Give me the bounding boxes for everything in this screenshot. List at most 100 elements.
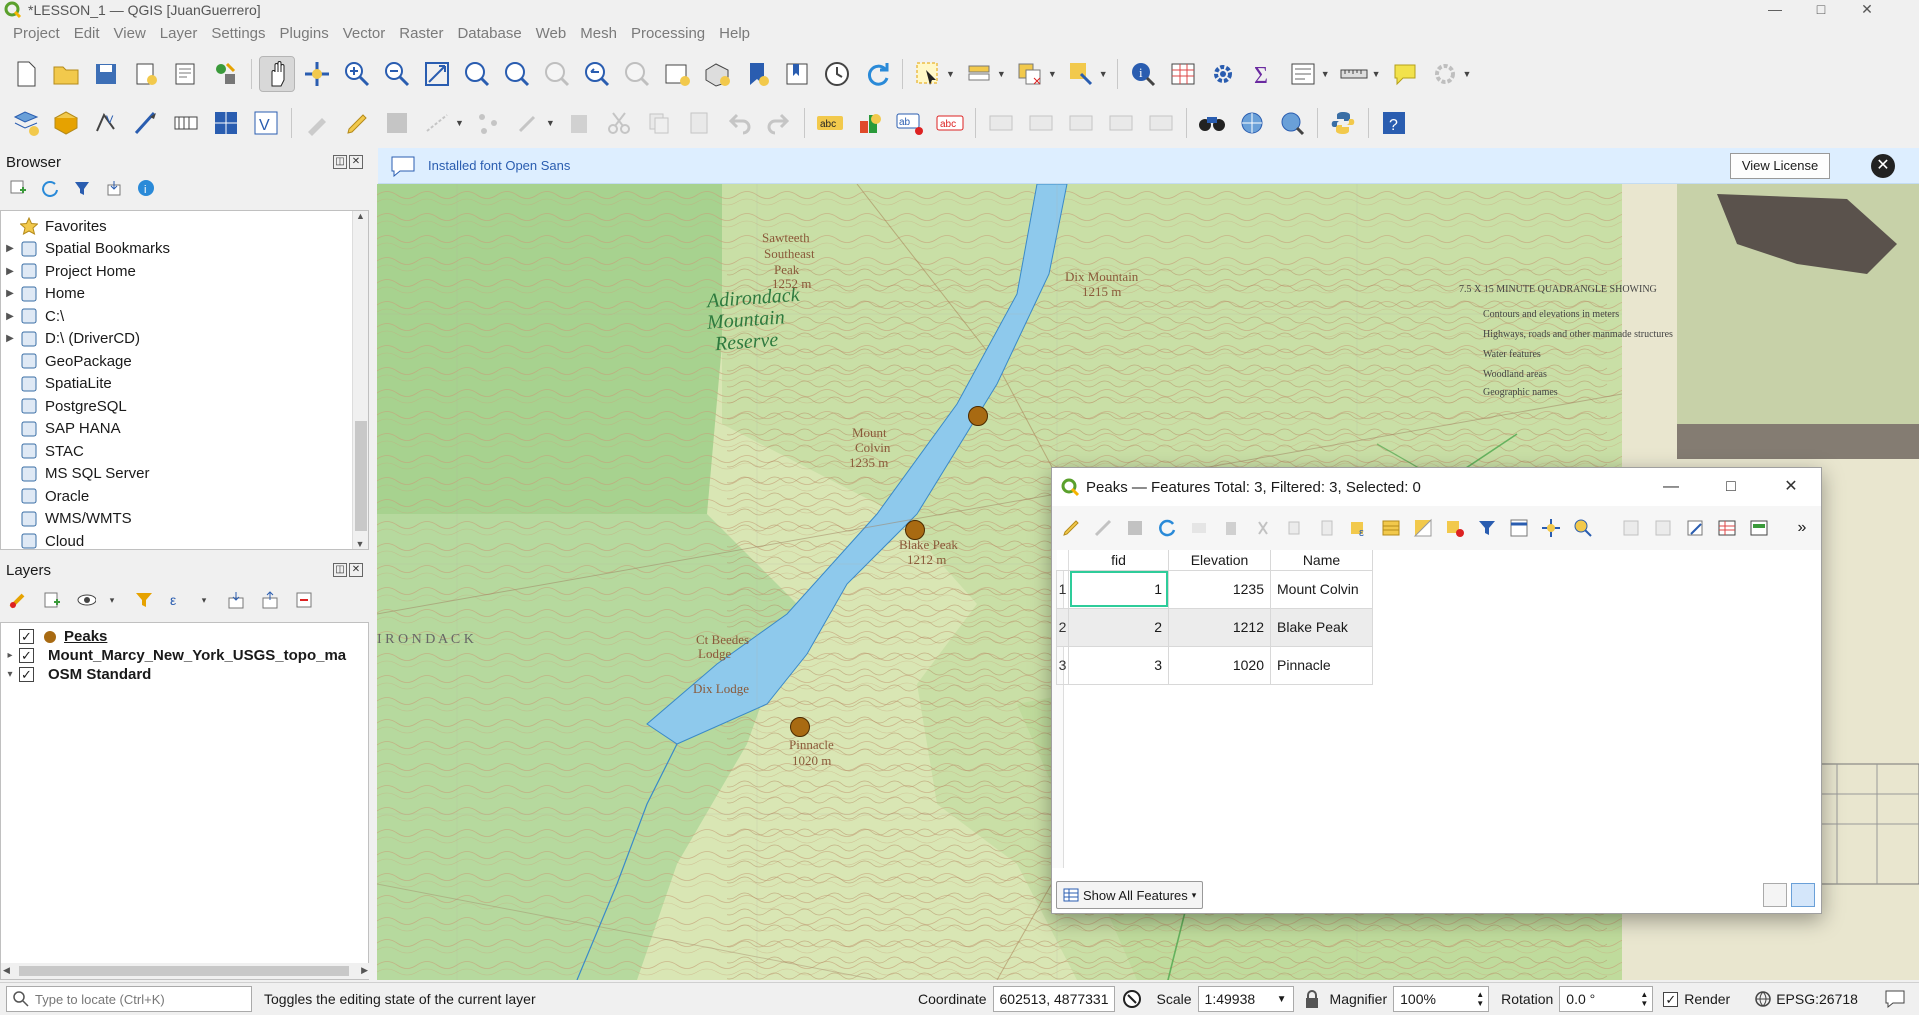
expand-arrow-icon[interactable]: ▾ [1,669,19,680]
measure-line-icon[interactable] [1337,57,1371,91]
new-bookmark-icon[interactable] [740,57,774,91]
multi-edit-icon[interactable] [1092,517,1114,539]
filter-select-icon[interactable] [1476,517,1498,539]
remove-layer-icon[interactable] [294,590,314,610]
cell-elevation[interactable]: 1020 [1168,645,1271,685]
move-selection-to-top-icon[interactable] [1508,517,1530,539]
browser-item[interactable]: ▶ D:\ (DriverCD) [1,328,368,351]
float-panel-icon[interactable]: ◫ [333,155,347,169]
maximize-button[interactable]: □ [1798,0,1844,20]
view-license-button[interactable]: View License [1730,153,1830,179]
close-window-button[interactable]: ✕ [1844,0,1890,20]
menu-project[interactable]: Project [6,25,67,42]
processing-toolbox-icon[interactable] [1206,57,1240,91]
pin-labels-icon[interactable]: ab [893,106,927,140]
zoom-to-selection-icon[interactable] [460,57,494,91]
temporal-controller-icon[interactable] [820,57,854,91]
layout-manager-icon[interactable] [169,57,203,91]
toggle-extents-icon[interactable] [1121,988,1143,1010]
locator-search-input[interactable]: Type to locate (Ctrl+K) [6,986,252,1012]
refresh-icon[interactable] [40,178,60,198]
filter-by-expression-icon[interactable]: ε [168,590,188,610]
expand-arrow-icon[interactable]: ▶ [1,333,19,344]
field-calculator-icon[interactable] [1716,517,1738,539]
paste-icon[interactable] [1316,517,1338,539]
cell-name[interactable]: Mount Colvin [1270,569,1373,609]
browser-item[interactable]: GeoPackage [1,350,368,373]
new-print-layout-icon[interactable] [129,57,163,91]
geocode-icon[interactable] [1235,106,1269,140]
settings-gear-icon[interactable] [1428,57,1462,91]
new-virtual-layer-icon[interactable] [209,106,243,140]
layer-visibility-checkbox[interactable]: ✓ [19,667,34,682]
select-all-icon[interactable] [1380,517,1402,539]
browser-item[interactable]: SAP HANA [1,418,368,441]
scroll-thumb[interactable] [19,966,349,976]
new-memory-layer-icon[interactable] [169,106,203,140]
reload-table-icon[interactable] [1156,517,1178,539]
crs-globe-icon[interactable] [1754,990,1772,1008]
delete-selected-icon[interactable] [562,106,596,140]
menu-web[interactable]: Web [529,25,574,42]
delete-field-icon[interactable] [1652,517,1674,539]
scroll-thumb[interactable] [355,421,367,531]
zoom-native-icon[interactable] [540,57,574,91]
layer-item[interactable]: ▾ ✓ OSM Standard [1,665,368,684]
browser-item[interactable]: Favorites [1,215,368,238]
pan-map-icon[interactable] [259,56,295,92]
browser-item[interactable]: SpatiaLite [1,373,368,396]
cell-fid[interactable]: 1 [1068,569,1169,609]
identify-features-icon[interactable]: i [1126,57,1160,91]
layer-item[interactable]: ▸ ✓ Mount_Marcy_New_York_USGS_topo_ma [1,646,368,665]
cell-elevation[interactable]: 1212 [1168,607,1271,647]
toggle-editing-icon[interactable] [1060,517,1082,539]
invert-selection-icon[interactable] [1412,517,1434,539]
cell-fid[interactable]: 3 [1068,645,1169,685]
peak-marker-pinnacle[interactable] [790,717,810,737]
properties-info-icon[interactable]: i [136,178,156,198]
expand-arrow-icon[interactable]: ▶ [1,288,19,299]
close-panel-icon[interactable]: ✕ [349,155,363,169]
browser-item[interactable]: ▶ Home [1,283,368,306]
toggle-editing-icon[interactable] [340,106,374,140]
organize-columns-icon[interactable] [1684,517,1706,539]
peak-marker-mount-colvin[interactable] [968,406,988,426]
browser-item[interactable]: MS SQL Server [1,463,368,486]
cell-fid[interactable]: 2 [1068,607,1169,647]
render-checkbox[interactable]: ✓ [1663,991,1679,1007]
menu-database[interactable]: Database [450,25,528,42]
new-temporary-layer-icon[interactable]: V [249,106,283,140]
modify-attributes-icon[interactable] [511,106,545,140]
table-row[interactable]: 2 2 1212 Blake Peak [1056,607,1373,647]
deselect-features-icon[interactable] [1013,57,1047,91]
select-by-expression-icon[interactable]: ε [1348,517,1370,539]
zoom-to-selected-icon[interactable] [1572,517,1594,539]
data-source-manager-icon[interactable] [9,106,43,140]
float-panel-icon[interactable]: ◫ [333,563,347,577]
paste-features-icon[interactable] [682,106,716,140]
magnifier-spinbox[interactable]: 100% ▲ ▼ [1393,986,1490,1012]
select-by-value-icon[interactable] [962,57,996,91]
cell-name[interactable]: Blake Peak [1270,607,1373,647]
pan-to-selected-icon[interactable] [1540,517,1562,539]
zoom-next-icon[interactable] [620,57,654,91]
copy-icon[interactable] [1284,517,1306,539]
new-map-view-icon[interactable] [660,57,694,91]
select-features-icon[interactable] [911,57,945,91]
browser-scrollbar[interactable]: ▲ ▼ [352,211,368,549]
scroll-down-icon[interactable]: ▼ [353,539,367,549]
menu-mesh[interactable]: Mesh [573,25,624,42]
browser-item[interactable]: ▶ Spatial Bookmarks [1,238,368,261]
current-edits-icon[interactable] [300,106,334,140]
menu-layer[interactable]: Layer [153,25,205,42]
expand-arrow-icon[interactable]: ▶ [1,243,19,254]
new-shapefile-icon[interactable]: V [89,106,123,140]
maximize-button[interactable]: □ [1701,468,1761,506]
help-icon[interactable]: ? [1377,106,1411,140]
style-layer-icon[interactable] [8,590,28,610]
zoom-to-layer-icon[interactable] [500,57,534,91]
filter-legend-icon[interactable] [134,590,154,610]
refresh-icon[interactable] [860,57,894,91]
close-window-button[interactable]: ✕ [1761,468,1821,506]
cut-icon[interactable] [1252,517,1274,539]
